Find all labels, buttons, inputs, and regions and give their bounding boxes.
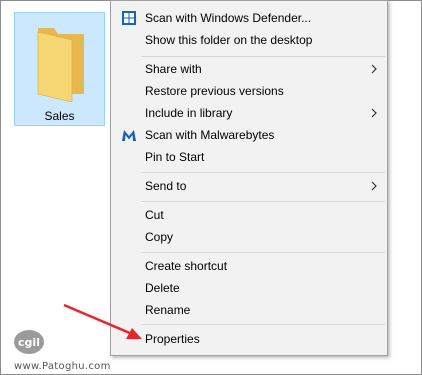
- menu-item-properties[interactable]: Properties: [111, 328, 387, 350]
- menu-item-include-in-library[interactable]: Include in library: [111, 102, 387, 124]
- malwarebytes-icon: [122, 130, 136, 141]
- svg-text:cgil: cgil: [18, 336, 40, 349]
- menu-item-label: Include in library: [145, 106, 233, 120]
- menu-item-label: Share with: [145, 62, 202, 76]
- menu-item-delete[interactable]: Delete: [111, 277, 387, 299]
- menu-item-label: Delete: [145, 281, 180, 295]
- context-menu: Scan with Windows Defender... Show this …: [110, 0, 388, 356]
- menu-separator: [141, 324, 385, 325]
- menu-item-label: Send to: [145, 179, 187, 193]
- folder-icon: [37, 28, 84, 102]
- menu-item-label: Rename: [145, 303, 191, 317]
- menu-item-label: Pin to Start: [145, 150, 205, 164]
- menu-item-label: Copy: [145, 230, 174, 244]
- folder-name-label: Sales: [44, 109, 75, 123]
- menu-item-scan-windows-defender[interactable]: Scan with Windows Defender...: [111, 7, 387, 29]
- windows-defender-icon: [122, 11, 136, 25]
- menu-separator: [141, 56, 385, 57]
- menu-separator: [141, 252, 385, 253]
- menu-item-pin-to-start[interactable]: Pin to Start: [111, 146, 387, 168]
- menu-item-label: Properties: [145, 332, 200, 346]
- menu-item-label: Show this folder on the desktop: [145, 33, 313, 47]
- folder-item-sales[interactable]: Sales: [14, 12, 105, 126]
- chevron-right-icon: [371, 108, 377, 118]
- menu-item-label: Restore previous versions: [145, 84, 284, 98]
- menu-separator: [141, 172, 385, 173]
- menu-item-cut[interactable]: Cut: [111, 204, 387, 226]
- menu-item-create-shortcut[interactable]: Create shortcut: [111, 255, 387, 277]
- menu-item-share-with[interactable]: Share with: [111, 58, 387, 80]
- menu-item-send-to[interactable]: Send to: [111, 175, 387, 197]
- menu-item-rename[interactable]: Rename: [111, 299, 387, 321]
- menu-item-show-on-desktop[interactable]: Show this folder on the desktop: [111, 29, 387, 51]
- watermark-logo: cgil: [14, 330, 44, 354]
- chevron-right-icon: [371, 181, 377, 191]
- menu-item-label: Create shortcut: [145, 259, 228, 273]
- annotation-arrow-icon: [63, 303, 142, 339]
- watermark-site-text: www.Patoghu.com: [14, 361, 111, 372]
- menu-item-label: Cut: [145, 208, 164, 222]
- menu-item-copy[interactable]: Copy: [111, 226, 387, 248]
- menu-item-scan-malwarebytes[interactable]: Scan with Malwarebytes: [111, 124, 387, 146]
- chevron-right-icon: [371, 64, 377, 74]
- menu-item-label: Scan with Malwarebytes: [145, 128, 275, 142]
- menu-item-restore-previous-versions[interactable]: Restore previous versions: [111, 80, 387, 102]
- menu-item-label: Scan with Windows Defender...: [145, 11, 312, 25]
- menu-separator: [141, 201, 385, 202]
